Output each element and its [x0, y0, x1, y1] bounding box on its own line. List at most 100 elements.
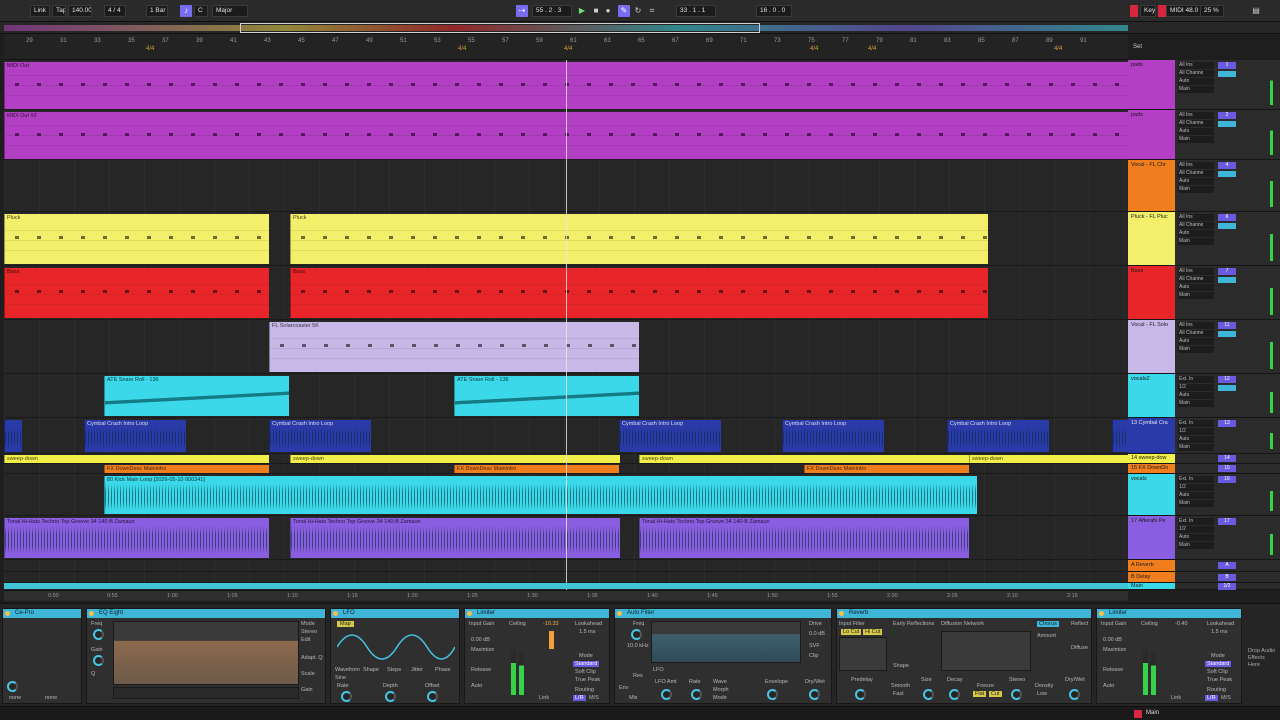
scale-toggle-icon[interactable]: ♪: [180, 5, 192, 17]
draw-mode-icon[interactable]: ✎: [618, 5, 630, 17]
midi-clip[interactable]: Bass: [290, 268, 988, 318]
track-activator[interactable]: 14: [1218, 455, 1236, 462]
track-name[interactable]: Main: [1131, 583, 1143, 589]
quantize-menu[interactable]: 1 Bar: [146, 5, 168, 17]
loop-length-field[interactable]: 16 . 0 . 0: [756, 5, 792, 17]
midi-clip[interactable]: Bass: [4, 268, 269, 318]
flat-button[interactable]: Flat: [973, 691, 987, 697]
offset-knob[interactable]: [427, 691, 438, 702]
audio-clip[interactable]: 80 Kick Main Loop [2026-05-10 000341]: [104, 476, 977, 514]
stereo-knob[interactable]: [1011, 689, 1022, 700]
audio-clip[interactable]: sweep-down: [639, 455, 969, 463]
link-button[interactable]: Link: [30, 5, 50, 17]
track-header[interactable]: Vocal - FL Solo All Ins All Channe Auto Mai…: [1128, 320, 1280, 374]
audio-clip[interactable]: Tonal Hi-Hats Techno Top Groove 34 140-B…: [4, 518, 269, 558]
arrangement-view[interactable]: MIDI Out MIDI Out #2 Pluck Pluck Bass Ba…: [4, 60, 1128, 590]
track-color[interactable]: vocals2: [1128, 374, 1175, 417]
audio-clip[interactable]: Tonal Hi-Hats Techno Top Groove 34 140-B…: [290, 518, 620, 558]
decay-knob[interactable]: [949, 689, 960, 700]
size-knob[interactable]: [923, 689, 934, 700]
track-color[interactable]: vocals: [1128, 474, 1175, 515]
predelay-knob[interactable]: [855, 689, 866, 700]
device-ce-pro[interactable]: Ce-Pro none none: [2, 608, 82, 704]
track-io[interactable]: Ext. In 1/2 Auto Main: [1178, 518, 1214, 550]
track-header[interactable]: Pluck - FL Pluc All Ins All Channe Auto Mai…: [1128, 212, 1280, 266]
arm-button[interactable]: [1218, 121, 1236, 127]
track-header[interactable]: pads All Ins All Channe Auto Main 1: [1128, 60, 1280, 110]
audio-clip[interactable]: ATE Snare Roll - 136: [454, 376, 639, 416]
envelope-knob[interactable]: [767, 689, 778, 700]
track-activator[interactable]: A: [1218, 562, 1236, 569]
param-label[interactable]: True Peak: [575, 677, 600, 683]
time-signature-marker[interactable]: 4/4: [810, 46, 818, 52]
overview-selection[interactable]: [240, 23, 760, 33]
device-knob[interactable]: [7, 681, 18, 692]
lo-cut-button[interactable]: Lo Cut: [841, 629, 862, 635]
param-label[interactable]: True Peak: [1207, 677, 1232, 683]
track-name[interactable]: pads: [1131, 62, 1143, 68]
routing-lr-button[interactable]: L/R: [1205, 695, 1218, 701]
record-icon[interactable]: ●: [602, 5, 614, 17]
scale-mode-menu[interactable]: Major: [212, 5, 248, 17]
device-title[interactable]: Auto Filter: [615, 609, 831, 618]
track-activator[interactable]: 2: [1218, 112, 1236, 119]
midi-map-icon[interactable]: [1158, 5, 1166, 17]
track-activator[interactable]: 13: [1218, 420, 1236, 427]
track-io[interactable]: All Ins All Channe Auto Main: [1178, 268, 1214, 300]
audio-clip[interactable]: Tonal Hi-Hats Techno Top Groove 34 140-B…: [639, 518, 969, 558]
track-activator[interactable]: 15: [1218, 465, 1236, 472]
lfo-tab[interactable]: LFO: [653, 667, 664, 673]
param-label[interactable]: Soft Clip: [1207, 669, 1228, 675]
track-io[interactable]: Ext. In 1/2 Auto Main: [1178, 420, 1214, 452]
track-name[interactable]: 13 Cymbal Cra: [1131, 420, 1168, 426]
audio-clip[interactable]: [1112, 420, 1128, 452]
beat-time-ruler[interactable]: 29 31 33 35 37 39 41 43 45 47 49 51 53 5…: [4, 34, 1128, 60]
track-color[interactable]: pads: [1128, 60, 1175, 109]
track-io[interactable]: All Ins All Channe Auto Main: [1178, 214, 1214, 246]
track-color[interactable]: Pluck - FL Pluc: [1128, 212, 1175, 265]
device-title[interactable]: LFO: [331, 609, 459, 618]
track-color[interactable]: Bass: [1128, 266, 1175, 319]
device-eq-eight[interactable]: EQ Eight Freq Gain Q Mode Stereo Edit Ad…: [86, 608, 326, 704]
hi-cut-button[interactable]: Hi Cut: [863, 629, 883, 635]
audio-clip[interactable]: Cymbal Crash Intro Loop: [782, 420, 884, 452]
track-name[interactable]: 15 FX DownDo: [1131, 465, 1168, 471]
track-activator[interactable]: 6: [1218, 214, 1236, 221]
track-activator[interactable]: 17: [1218, 518, 1236, 525]
mode-menu[interactable]: Standard: [1205, 661, 1232, 667]
track-activator[interactable]: 16: [1218, 476, 1236, 483]
tempo-field[interactable]: 140.00: [68, 5, 92, 17]
track-io[interactable]: Ext. In 1/2 Auto Main: [1178, 376, 1214, 408]
song-position-field[interactable]: 55 . 2 . 3: [532, 5, 572, 17]
loop-icon[interactable]: ↻: [632, 5, 644, 17]
audio-clip[interactable]: Cymbal Crash Intro Loop: [269, 420, 371, 452]
arm-button[interactable]: [1218, 385, 1236, 391]
audio-clip[interactable]: ATE Snare Roll - 136: [104, 376, 289, 416]
main-output[interactable]: 1/2: [1218, 583, 1236, 590]
arm-button[interactable]: [1218, 331, 1236, 337]
device-limiter[interactable]: Limiter Input Gain 0.00 dB Maximize Rele…: [464, 608, 610, 704]
track-activator[interactable]: 7: [1218, 268, 1236, 275]
track-color[interactable]: 14 sweep-dow: [1128, 454, 1175, 463]
key-map-icon[interactable]: [1130, 5, 1138, 17]
track-name[interactable]: Bass: [1131, 268, 1143, 274]
main-output-label[interactable]: Main: [1146, 710, 1159, 716]
param-label[interactable]: SVF: [809, 643, 820, 649]
rate-knob[interactable]: [341, 691, 352, 702]
track-name[interactable]: 14 sweep-dow: [1131, 455, 1166, 461]
filter-response-display[interactable]: [651, 621, 801, 663]
key-map-button[interactable]: Key: [1140, 5, 1156, 17]
input-filter-display[interactable]: [839, 637, 887, 671]
track-io[interactable]: All Ins All Channe Auto Main: [1178, 62, 1214, 94]
dry-wet-knob[interactable]: [809, 689, 820, 700]
freq-knob[interactable]: [631, 629, 642, 640]
track-header[interactable]: vocals2 Ext. In 1/2 Auto Main 12: [1128, 374, 1280, 418]
track-name[interactable]: Pluck - FL Pluc: [1131, 214, 1168, 220]
arm-button[interactable]: [1218, 171, 1236, 177]
device-title[interactable]: Limiter: [1097, 609, 1241, 618]
tap-tempo-button[interactable]: Tap: [52, 5, 66, 17]
track-header[interactable]: pads All Ins All Channe Auto Main 2: [1128, 110, 1280, 160]
audio-clip[interactable]: FX DownDesc Mainintro: [804, 465, 969, 473]
time-ruler[interactable]: 0:50 0:55 1:00 1:05 1:10 1:15 1:20 1:25 …: [4, 590, 1128, 601]
track-name[interactable]: 17 Afterafs Pe: [1131, 518, 1166, 524]
